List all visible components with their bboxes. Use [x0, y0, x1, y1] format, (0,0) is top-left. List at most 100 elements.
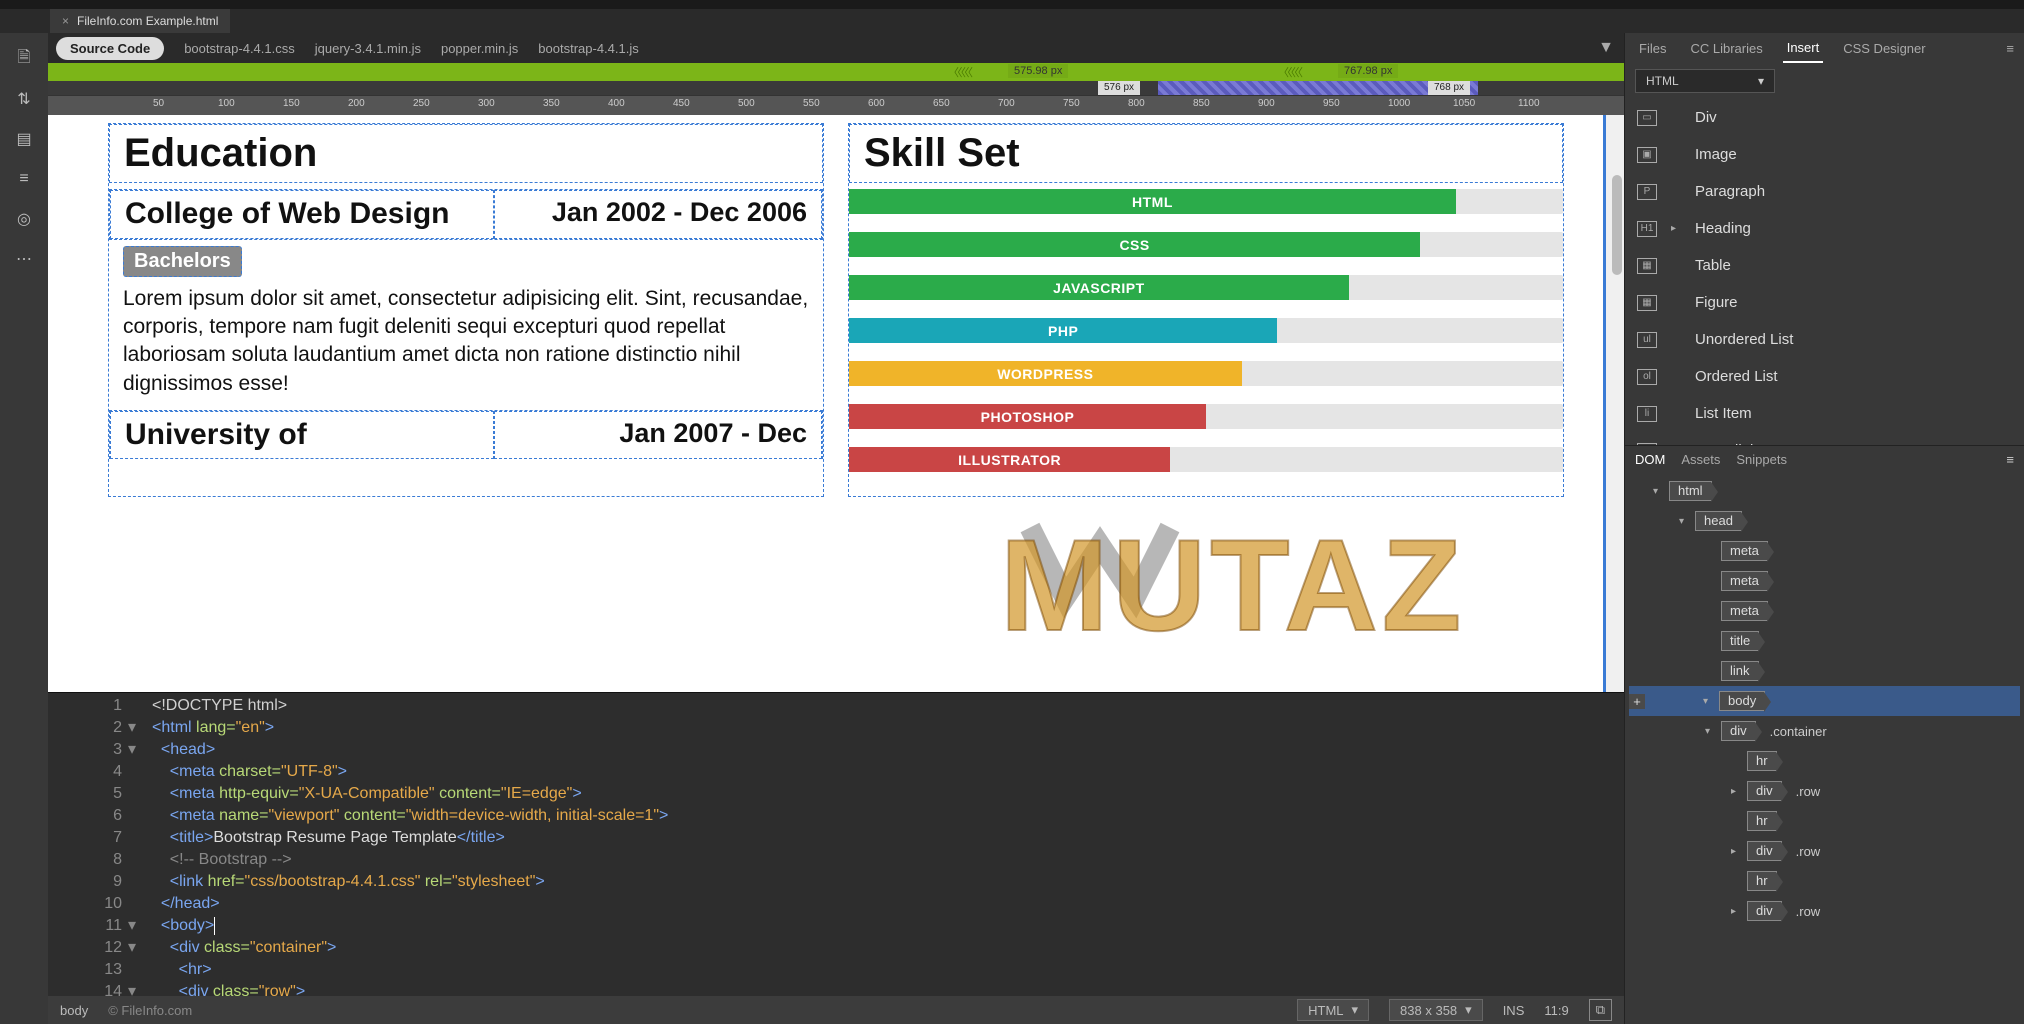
ordered-list-icon: ol [1637, 369, 1657, 385]
dom-node[interactable]: hr [1629, 806, 2020, 836]
image-icon: ▣ [1637, 147, 1657, 163]
left-toolbar: 🗎 ⇅ ▤ ≡ ◎ ⋯ [0, 33, 48, 1024]
related-files-bar: Source Code bootstrap-4.4.1.css jquery-3… [48, 33, 1624, 63]
insert-item[interactable]: H1▸Heading [1625, 210, 2024, 247]
related-file-link[interactable]: bootstrap-4.4.1.js [538, 41, 638, 56]
more-icon[interactable]: ⋯ [14, 249, 34, 269]
tab-snippets[interactable]: Snippets [1736, 452, 1787, 467]
heading-icon: H1 [1637, 221, 1657, 237]
insert-category-select[interactable]: HTML▾ [1635, 69, 1775, 93]
insert-item[interactable]: §Hyperlink [1625, 432, 2024, 445]
code-editor[interactable]: 12▾3▾4567891011▾12▾1314▾15▾ <!DOCTYPE ht… [48, 693, 1624, 996]
tab-cc-libraries[interactable]: CC Libraries [1686, 35, 1766, 62]
education-description: Lorem ipsum dolor sit amet, consectetur … [109, 279, 823, 404]
document-tab-row: × FileInfo.com Example.html [0, 9, 2024, 33]
dom-node[interactable]: ▾head [1629, 506, 2020, 536]
dimensions-select[interactable]: 838 x 358▾ [1389, 999, 1483, 1021]
insert-item[interactable]: ▭Div [1625, 99, 2024, 136]
skill-bar: PHOTOSHOP [849, 404, 1563, 429]
dom-node[interactable]: hr [1629, 746, 2020, 776]
list-icon[interactable]: ≡ [14, 169, 34, 189]
panel-menu-icon[interactable]: ≡ [2006, 452, 2014, 467]
language-select[interactable]: HTML▾ [1297, 999, 1369, 1021]
unordered-list-icon: ul [1637, 332, 1657, 348]
filter-icon[interactable]: ▼ [1598, 39, 1614, 57]
dom-node[interactable]: ▸div.row [1629, 776, 2020, 806]
tab-dom[interactable]: DOM [1635, 452, 1665, 467]
dom-node[interactable]: meta [1629, 536, 2020, 566]
dom-node[interactable]: title [1629, 626, 2020, 656]
related-file-link[interactable]: bootstrap-4.4.1.css [184, 41, 295, 56]
insert-item[interactable]: ▦Figure [1625, 284, 2024, 321]
insert-item[interactable]: ▦Table [1625, 247, 2024, 284]
status-bar: body © FileInfo.com HTML▾ 838 x 358▾ INS… [48, 996, 1624, 1024]
file-tab-label: FileInfo.com Example.html [77, 14, 218, 28]
ruler[interactable]: 5010015020025030035040045050055060065070… [48, 95, 1624, 115]
tab-insert[interactable]: Insert [1783, 34, 1824, 63]
college-name: College of Web Design [125, 197, 479, 232]
skill-bar: WORDPRESS [849, 361, 1563, 386]
college-dates: Jan 2007 - Dec [509, 418, 807, 449]
live-preview[interactable]: Education College of Web Design Jan 2002… [48, 115, 1624, 692]
media-query-bar[interactable]: 〈〈〈〈〈 575.98 px 〈〈〈〈〈 767.98 px [48, 63, 1624, 81]
close-icon[interactable]: × [62, 14, 69, 28]
insert-item[interactable]: PParagraph [1625, 173, 2024, 210]
mq-label: 767.98 px [1338, 64, 1398, 78]
skill-bar: ILLUSTRATOR [849, 447, 1563, 472]
file-tab[interactable]: × FileInfo.com Example.html [50, 9, 230, 33]
dom-node[interactable]: hr [1629, 866, 2020, 896]
manage-icon[interactable]: ▤ [14, 129, 34, 149]
copyright: © FileInfo.com [108, 1003, 192, 1018]
insert-mode[interactable]: INS [1503, 1003, 1525, 1018]
breakpoint-label: 768 px [1428, 81, 1470, 95]
tab-assets[interactable]: Assets [1681, 452, 1720, 467]
insert-item[interactable]: liList Item [1625, 395, 2024, 432]
insert-item[interactable]: olOrdered List [1625, 358, 2024, 395]
skill-bar: PHP [849, 318, 1563, 343]
dom-tree[interactable]: ▾html▾headmetametametatitlelink+▾body▾di… [1625, 472, 2024, 1024]
mq-label: 575.98 px [1008, 64, 1068, 78]
skillset-heading: Skill Set [849, 124, 1563, 183]
panel-menu-icon[interactable]: ≡ [2006, 41, 2014, 56]
paragraph-icon: P [1637, 184, 1657, 200]
dom-panel-tabs: DOM Assets Snippets ≡ [1625, 446, 2024, 472]
breakpoint-bar[interactable]: 576 px 768 px [48, 81, 1624, 95]
target-icon[interactable]: ◎ [14, 209, 34, 229]
dom-node[interactable]: ▾html [1629, 476, 2020, 506]
related-file-link[interactable]: jquery-3.4.1.min.js [315, 41, 421, 56]
list-item-icon: li [1637, 406, 1657, 422]
dom-node[interactable]: meta [1629, 566, 2020, 596]
tab-css-designer[interactable]: CSS Designer [1839, 35, 1929, 62]
file-icon[interactable]: 🗎 [14, 49, 34, 69]
figure-icon: ▦ [1637, 295, 1657, 311]
source-code-button[interactable]: Source Code [56, 37, 164, 60]
education-heading: Education [109, 124, 823, 183]
dom-node[interactable]: link [1629, 656, 2020, 686]
dom-node[interactable]: meta [1629, 596, 2020, 626]
updown-icon[interactable]: ⇅ [14, 89, 34, 109]
degree-badge: Bachelors [123, 246, 242, 277]
skill-bar: JAVASCRIPT [849, 275, 1563, 300]
add-node-icon[interactable]: + [1629, 694, 1645, 709]
dom-node[interactable]: +▾body [1629, 686, 2020, 716]
div-icon: ▭ [1637, 110, 1657, 126]
device-preview-icon[interactable]: ⧉ [1589, 999, 1612, 1021]
insert-item[interactable]: ulUnordered List [1625, 321, 2024, 358]
college-name: University of [125, 418, 479, 453]
insert-item[interactable]: ▣Image [1625, 136, 2024, 173]
breakpoint-label: 576 px [1098, 81, 1140, 95]
skill-bar: HTML [849, 189, 1563, 214]
skill-bar: CSS [849, 232, 1563, 257]
college-dates: Jan 2002 - Dec 2006 [509, 197, 807, 228]
cursor-position: 11:9 [1544, 1003, 1568, 1018]
preview-scrollbar[interactable] [1606, 115, 1624, 692]
tag-path[interactable]: body [60, 1003, 88, 1018]
tab-files[interactable]: Files [1635, 35, 1670, 62]
dom-node[interactable]: ▸div.row [1629, 836, 2020, 866]
dom-node[interactable]: ▸div.row [1629, 896, 2020, 926]
related-file-link[interactable]: popper.min.js [441, 41, 518, 56]
insert-list: ▭Div▣ImagePParagraphH1▸Heading▦Table▦Fig… [1625, 99, 2024, 445]
table-icon: ▦ [1637, 258, 1657, 274]
panel-tabs: Files CC Libraries Insert CSS Designer ≡ [1625, 33, 2024, 63]
dom-node[interactable]: ▾div.container [1629, 716, 2020, 746]
